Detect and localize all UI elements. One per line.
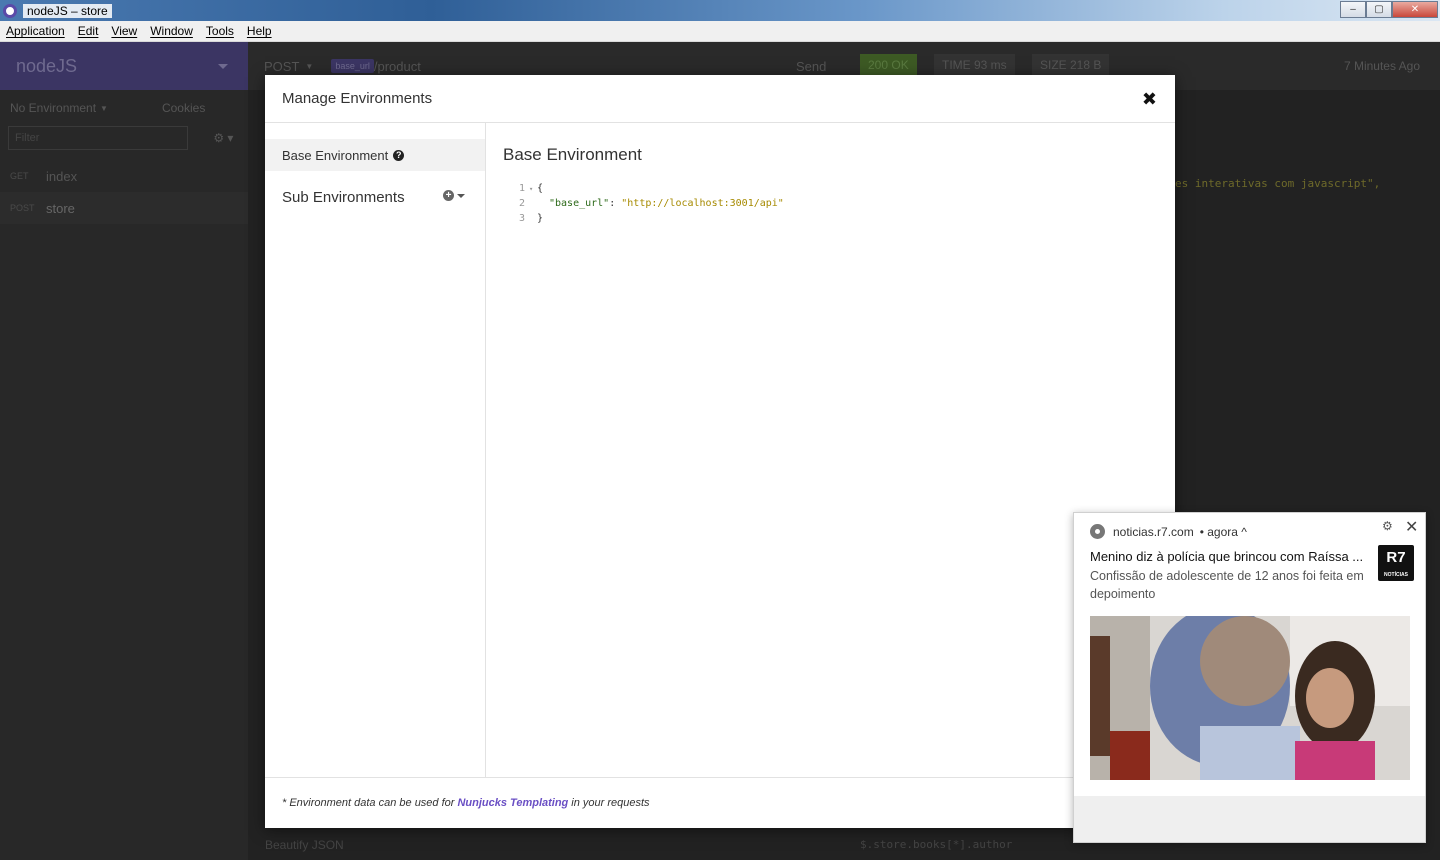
request-name: index: [46, 168, 78, 184]
code-line: 2 "base_url": "http://localhost:3001/api…: [503, 196, 784, 211]
method-selector[interactable]: POST: [264, 59, 299, 74]
filter-row: Filter ⚙ ▾: [0, 126, 248, 160]
base-environment-item[interactable]: Base Environment ?: [265, 139, 485, 171]
code-text: }: [537, 213, 544, 224]
environment-caret-icon: ▼: [100, 103, 108, 113]
notification-body: Confissão de adolescente de 12 anos foi …: [1090, 569, 1364, 601]
modal-header: Manage Environments ✖: [265, 75, 1175, 123]
json-key: "base_url": [549, 198, 610, 209]
notification-header: noticias.r7.com • agora ^: [1090, 524, 1247, 539]
response-filter-input[interactable]: $.store.books[*].author: [860, 838, 1012, 851]
modal-title: Manage Environments: [282, 90, 433, 107]
code-line: 3 }: [503, 211, 784, 226]
r7-logo-text: R7: [1386, 549, 1406, 566]
filter-input[interactable]: Filter: [8, 126, 188, 150]
add-sub-environment-button[interactable]: +: [443, 190, 465, 201]
send-button[interactable]: Send: [796, 59, 826, 74]
request-item-index[interactable]: GET index: [0, 160, 248, 192]
modal-footer: * Environment data can be used for Nunju…: [265, 777, 1175, 828]
help-icon[interactable]: ?: [393, 149, 405, 161]
cookies-button[interactable]: Cookies: [162, 101, 205, 115]
environment-editor-title: Base Environment: [503, 145, 642, 164]
beautify-button[interactable]: Beautify JSON: [265, 838, 344, 852]
method-caret-icon: ▼: [305, 61, 314, 71]
close-icon[interactable]: ✕: [1405, 517, 1418, 537]
environment-row: No Environment ▼ Cookies: [0, 90, 248, 126]
chevron-down-icon: [457, 193, 465, 198]
browser-notification[interactable]: noticias.r7.com • agora ^ ⚙ ✕ Menino diz…: [1073, 512, 1426, 843]
environment-editor-panel: Base Environment 1 ▾ { 2 "base_url": "ht…: [487, 123, 1175, 777]
gear-icon[interactable]: ⚙ ▾: [213, 131, 233, 145]
sidebar: nodeJS No Environment ▼ Cookies Filter ⚙…: [0, 42, 248, 860]
line-number: 1: [518, 183, 525, 194]
notification-time[interactable]: • agora ^: [1200, 525, 1247, 539]
notification-image: [1090, 616, 1410, 780]
sub-environments-header: Sub Environments +: [265, 181, 485, 213]
menu-view[interactable]: View: [111, 24, 137, 38]
response-snippet: es interativas com javascript",: [1175, 177, 1381, 190]
gear-icon[interactable]: ⚙: [1382, 519, 1393, 533]
code-line: 1 ▾ {: [503, 181, 784, 196]
plus-circle-icon: +: [443, 190, 454, 201]
window-controls: – ▢ ✕: [1340, 1, 1438, 18]
manage-environments-modal: Manage Environments ✖ Base Environment ?…: [265, 75, 1175, 828]
code-text: {: [537, 183, 544, 194]
chevron-down-icon: [218, 64, 228, 69]
footer-prefix: * Environment data can be used for: [282, 797, 455, 809]
menu-tools[interactable]: Tools: [206, 24, 234, 38]
json-value: "http://localhost:3001/api": [621, 198, 784, 209]
minimize-button[interactable]: –: [1340, 1, 1366, 18]
environment-selector[interactable]: No Environment: [10, 101, 96, 115]
workspace-name: nodeJS: [16, 55, 78, 76]
window-titlebar: nodeJS – store – ▢ ✕: [0, 0, 1440, 21]
line-number: 3: [518, 213, 525, 224]
code-text: "base_url": "http://localhost:3001/api": [537, 198, 784, 209]
app-icon: [3, 3, 17, 18]
menu-application[interactable]: Application: [6, 24, 65, 38]
url-path[interactable]: /product: [374, 59, 421, 74]
json-code-editor[interactable]: 1 ▾ { 2 "base_url": "http://localhost:30…: [503, 181, 784, 226]
menu-bar: Application Edit View Window Tools Help: [0, 21, 1440, 42]
base-environment-label: Base Environment: [282, 147, 389, 163]
r7-logo-subtext: NOTÍCIAS: [1384, 572, 1408, 578]
request-method: GET: [10, 171, 29, 181]
menu-window[interactable]: Window: [150, 24, 193, 38]
fold-arrow-icon[interactable]: ▾: [529, 185, 537, 193]
notification-footer: [1074, 796, 1425, 842]
r7-logo: R7 NOTÍCIAS: [1378, 545, 1414, 581]
environment-list: Base Environment ? Sub Environments +: [265, 123, 486, 777]
notification-source: noticias.r7.com: [1113, 524, 1194, 539]
request-name: store: [46, 200, 75, 216]
history-dropdown[interactable]: 7 Minutes Ago: [1344, 59, 1420, 73]
workspace-header[interactable]: nodeJS: [0, 42, 248, 90]
sub-environments-label: Sub Environments: [282, 188, 405, 206]
request-method: POST: [10, 203, 35, 213]
window-title: nodeJS – store: [23, 3, 112, 18]
footer-suffix: in your requests: [571, 797, 650, 809]
maximize-button[interactable]: ▢: [1366, 1, 1392, 18]
menu-help[interactable]: Help: [247, 24, 272, 38]
url-variable-tag[interactable]: base_url: [331, 59, 374, 73]
close-window-button[interactable]: ✕: [1392, 1, 1438, 18]
nunjucks-templating-link[interactable]: Nunjucks Templating: [457, 797, 568, 809]
close-icon[interactable]: ✖: [1142, 89, 1157, 110]
request-item-store[interactable]: POST store: [0, 192, 248, 224]
notification-title: Menino diz à polícia que brincou com Raí…: [1090, 549, 1364, 564]
chrome-icon: [1090, 524, 1105, 539]
json-separator: :: [609, 198, 622, 209]
menu-edit[interactable]: Edit: [78, 24, 99, 38]
line-number: 2: [518, 198, 525, 209]
